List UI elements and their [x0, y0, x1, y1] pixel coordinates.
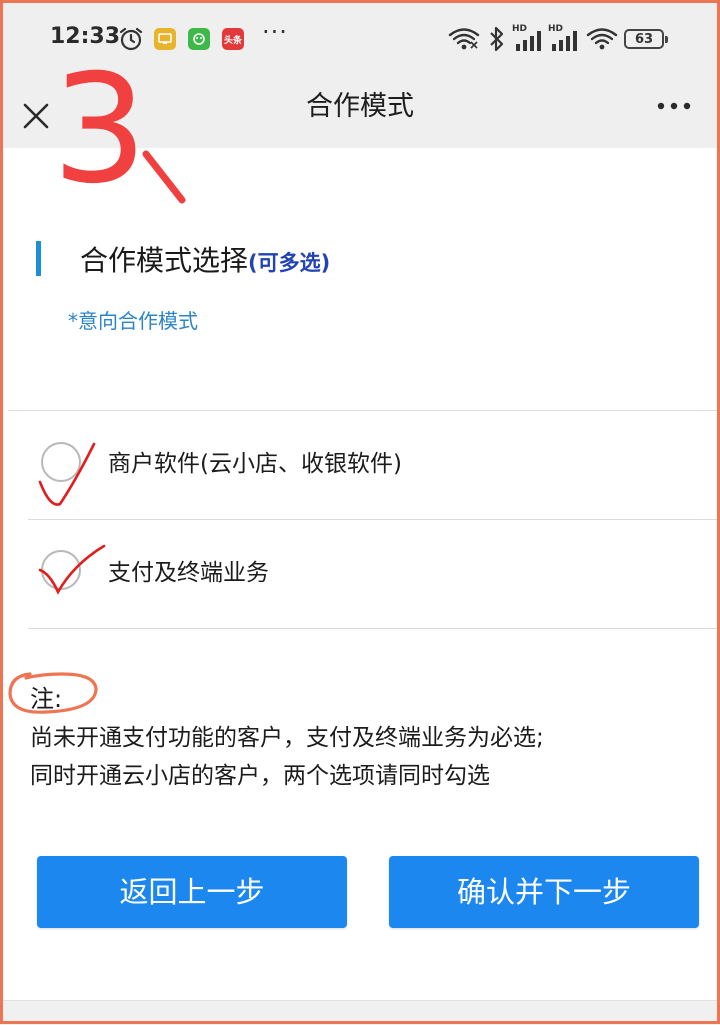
app-green-icon	[188, 28, 210, 50]
app-yellow-icon	[154, 28, 176, 50]
option-label: 商户软件(云小店、收银软件)	[108, 451, 402, 477]
divider	[28, 628, 720, 629]
note-line: 尚未开通支付功能的客户，支付及终端业务为必选;	[30, 725, 544, 751]
intent-label: *意向合作模式	[68, 309, 198, 333]
bluetooth-icon	[490, 26, 504, 52]
handwritten-check-mark	[38, 442, 96, 506]
confirm-next-button[interactable]: 确认并下一步	[389, 856, 699, 928]
multi-select-hint: (可多选)	[248, 251, 331, 275]
toutiao-icon: 头条	[222, 28, 244, 50]
option-label: 支付及终端业务	[108, 560, 269, 586]
wifi-icon	[586, 28, 618, 50]
step-comma-annotation	[142, 150, 186, 204]
handwritten-check-mark	[38, 544, 106, 595]
section-accent-bar	[36, 241, 41, 276]
back-button[interactable]: 返回上一步	[37, 856, 347, 928]
option-merchant-software[interactable]: 商户软件(云小店、收银软件)	[28, 411, 720, 519]
note-line: 同时开通云小店的客户，两个选项请同时勾选	[30, 763, 490, 789]
battery-indicator: 63	[624, 29, 668, 49]
option-payment-terminal[interactable]: 支付及终端业务	[28, 520, 720, 628]
notification-more: ···	[262, 18, 288, 46]
section-title-text: 合作模式选择	[80, 244, 249, 277]
note-circle-annotation	[8, 672, 98, 714]
bottom-bar	[0, 1000, 720, 1025]
step-number-annotation: 3	[52, 43, 148, 217]
section-title: 合作模式选择(可多选)	[80, 239, 330, 279]
more-icon[interactable]	[654, 93, 694, 119]
wifi-icon	[448, 28, 480, 50]
